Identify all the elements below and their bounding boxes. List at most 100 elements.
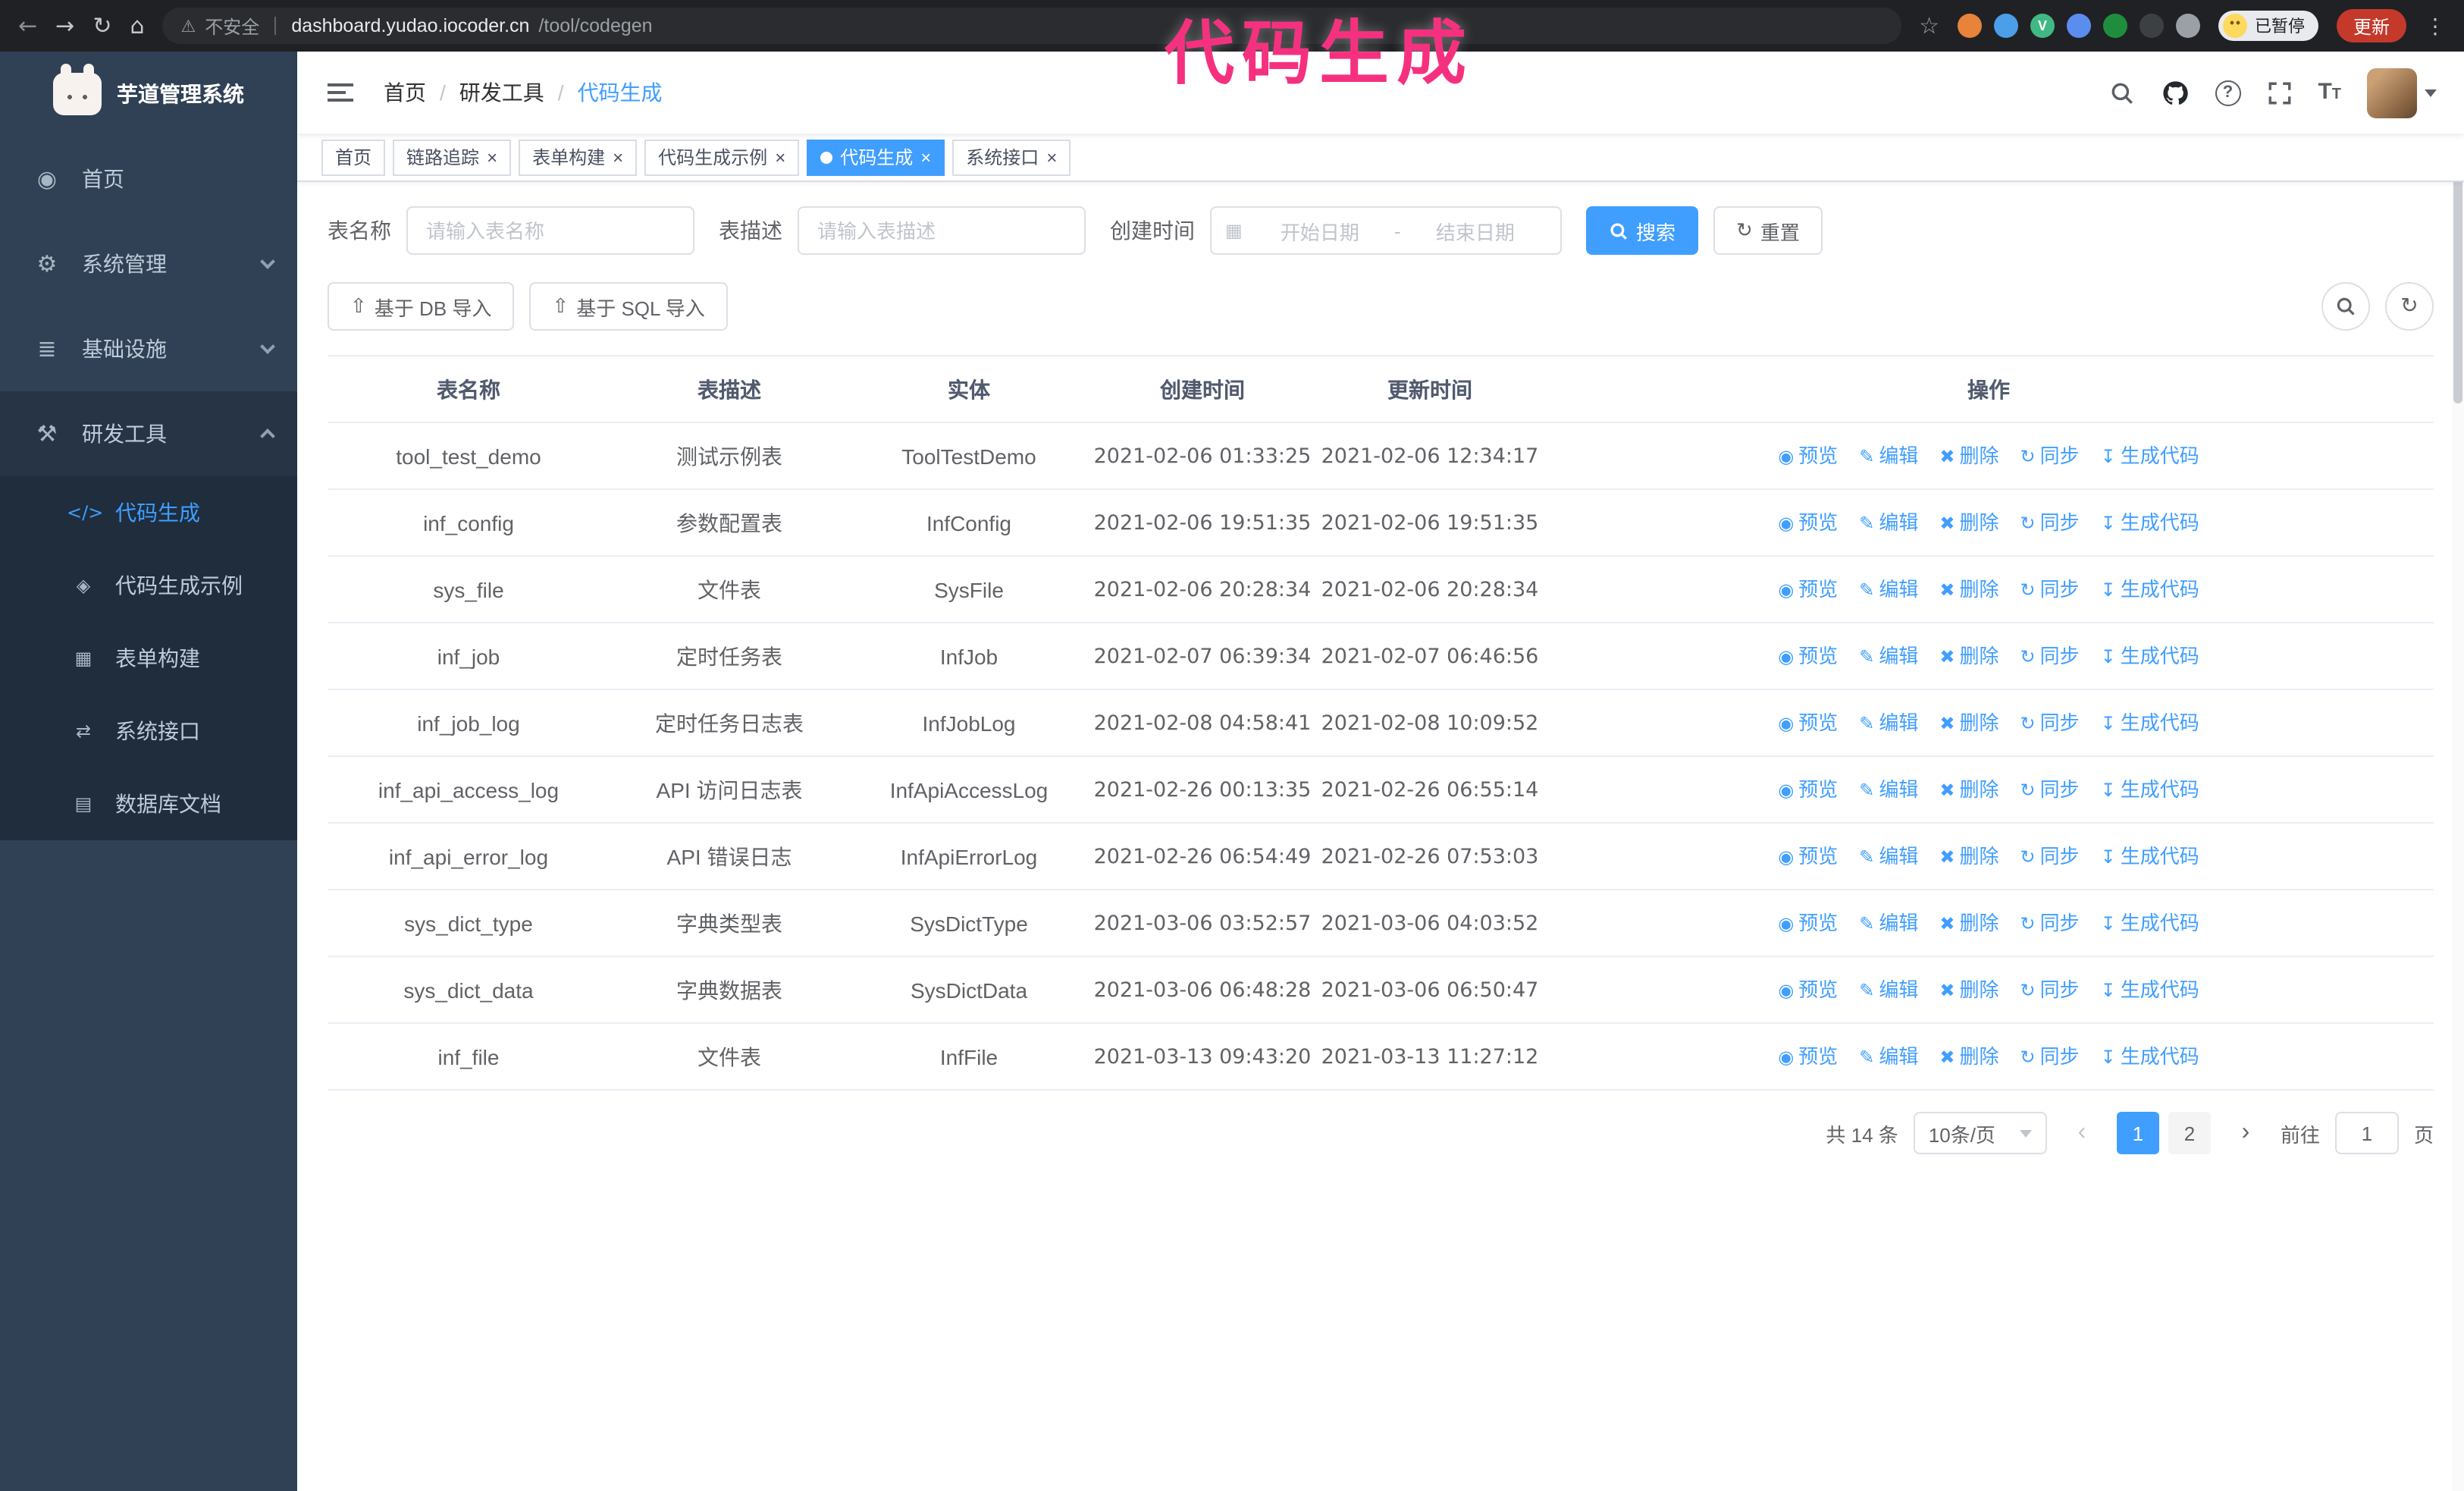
tab-home[interactable]: 首页 xyxy=(321,139,386,175)
tab-codegen[interactable]: 代码生成 × xyxy=(807,139,945,175)
preview-link[interactable]: ◉ 预览 xyxy=(1778,974,1838,1007)
puzzle-extension-icon[interactable] xyxy=(2175,14,2200,38)
refresh-list-button[interactable]: ↻ xyxy=(2385,282,2434,331)
people-extension-icon[interactable] xyxy=(2066,14,2091,38)
edit-link[interactable]: ✎ 编辑 xyxy=(1859,974,1918,1007)
page-scrollbar[interactable] xyxy=(2452,52,2464,1491)
vue-devtools-extension-icon[interactable]: V xyxy=(2030,14,2055,38)
edit-link[interactable]: ✎ 编辑 xyxy=(1859,640,1918,673)
page-button-1[interactable]: 1 xyxy=(2116,1112,2159,1154)
sync-link[interactable]: ↻ 同步 xyxy=(2020,907,2080,940)
sidebar-item-system-api[interactable]: ⇄ 系统接口 xyxy=(0,695,297,767)
generate-code-link[interactable]: ↧ 生成代码 xyxy=(2101,907,2199,940)
preview-link[interactable]: ◉ 预览 xyxy=(1778,640,1838,673)
edit-link[interactable]: ✎ 编辑 xyxy=(1859,440,1918,473)
edit-link[interactable]: ✎ 编辑 xyxy=(1859,907,1918,940)
edit-link[interactable]: ✎ 编辑 xyxy=(1859,573,1918,607)
sidebar-item-codegen-example[interactable]: ◈ 代码生成示例 xyxy=(0,549,297,622)
next-page-button[interactable]: › xyxy=(2226,1112,2265,1154)
sync-link[interactable]: ↻ 同步 xyxy=(2020,840,2080,874)
preview-link[interactable]: ◉ 预览 xyxy=(1778,440,1838,473)
delete-link[interactable]: ✖ 删除 xyxy=(1939,907,1998,940)
generate-code-link[interactable]: ↧ 生成代码 xyxy=(2101,974,2199,1007)
sync-link[interactable]: ↻ 同步 xyxy=(2020,974,2080,1007)
hamburger-icon[interactable] xyxy=(324,77,356,108)
fullscreen-icon[interactable] xyxy=(2266,80,2292,105)
github-icon[interactable] xyxy=(2160,78,2189,107)
orange-fox-extension-icon[interactable] xyxy=(1957,14,1982,38)
sync-link[interactable]: ↻ 同步 xyxy=(2020,573,2080,607)
browser-forward-icon[interactable]: → xyxy=(55,14,74,37)
delete-link[interactable]: ✖ 删除 xyxy=(1939,640,1998,673)
delete-link[interactable]: ✖ 删除 xyxy=(1939,840,1998,874)
generate-code-link[interactable]: ↧ 生成代码 xyxy=(2101,840,2199,874)
delete-link[interactable]: ✖ 删除 xyxy=(1939,1041,1998,1074)
prev-page-button[interactable]: ‹ xyxy=(2062,1112,2102,1154)
generate-code-link[interactable]: ↧ 生成代码 xyxy=(2101,774,2199,807)
date-range-picker[interactable]: ▦ 开始日期 - 结束日期 xyxy=(1210,206,1562,255)
preview-link[interactable]: ◉ 预览 xyxy=(1778,507,1838,540)
preview-link[interactable]: ◉ 预览 xyxy=(1778,907,1838,940)
sidebar-item-home[interactable]: ◉ 首页 xyxy=(0,137,297,221)
tab-codegen-example[interactable]: 代码生成示例 × xyxy=(644,139,800,175)
edit-link[interactable]: ✎ 编辑 xyxy=(1859,840,1918,874)
delete-link[interactable]: ✖ 删除 xyxy=(1939,707,1998,740)
address-bar[interactable]: ⚠ 不安全 dashboard.yudao.iocoder.cn/tool/co… xyxy=(162,8,1901,44)
edit-link[interactable]: ✎ 编辑 xyxy=(1859,1041,1918,1074)
tab-tracer[interactable]: 链路追踪 × xyxy=(393,139,512,175)
sidebar-item-infrastructure[interactable]: ≣ 基础设施 xyxy=(0,306,297,391)
table-desc-input[interactable] xyxy=(798,206,1086,255)
user-menu[interactable] xyxy=(2367,67,2437,118)
edit-link[interactable]: ✎ 编辑 xyxy=(1859,774,1918,807)
generate-code-link[interactable]: ↧ 生成代码 xyxy=(2101,507,2199,540)
sync-link[interactable]: ↻ 同步 xyxy=(2020,507,2080,540)
preview-link[interactable]: ◉ 预览 xyxy=(1778,1041,1838,1074)
sync-link[interactable]: ↻ 同步 xyxy=(2020,707,2080,740)
browser-reload-icon[interactable]: ↻ xyxy=(92,14,111,37)
tab-close-icon[interactable]: × xyxy=(613,148,623,166)
reset-button[interactable]: ↻ 重置 xyxy=(1713,206,1823,255)
edit-link[interactable]: ✎ 编辑 xyxy=(1859,707,1918,740)
preview-link[interactable]: ◉ 预览 xyxy=(1778,573,1838,607)
preview-link[interactable]: ◉ 预览 xyxy=(1778,840,1838,874)
blue-drop-extension-icon[interactable] xyxy=(1993,14,2018,38)
tab-close-icon[interactable]: × xyxy=(487,148,497,166)
delete-link[interactable]: ✖ 删除 xyxy=(1939,974,1998,1007)
delete-link[interactable]: ✖ 删除 xyxy=(1939,774,1998,807)
green-tool-extension-icon[interactable] xyxy=(2102,14,2127,38)
help-icon[interactable]: ? xyxy=(2215,80,2241,105)
chrome-update-button[interactable]: 更新 xyxy=(2336,9,2406,42)
sync-link[interactable]: ↻ 同步 xyxy=(2020,1041,2080,1074)
bookmark-star-icon[interactable]: ☆ xyxy=(1919,14,1939,37)
sidebar-item-db-doc[interactable]: ▤ 数据库文档 xyxy=(0,767,297,840)
page-size-select[interactable]: 10条/页 xyxy=(1913,1112,2047,1154)
delete-link[interactable]: ✖ 删除 xyxy=(1939,573,1998,607)
edit-link[interactable]: ✎ 编辑 xyxy=(1859,507,1918,540)
import-sql-button[interactable]: ⇧ 基于 SQL 导入 xyxy=(529,282,728,331)
tab-close-icon[interactable]: × xyxy=(1046,148,1057,166)
generate-code-link[interactable]: ↧ 生成代码 xyxy=(2101,1041,2199,1074)
generate-code-link[interactable]: ↧ 生成代码 xyxy=(2101,440,2199,473)
sidebar-item-dev-tools[interactable]: ⚒ 研发工具 xyxy=(0,391,297,476)
generate-code-link[interactable]: ↧ 生成代码 xyxy=(2101,707,2199,740)
sync-link[interactable]: ↻ 同步 xyxy=(2020,640,2080,673)
goto-page-input[interactable] xyxy=(2334,1112,2399,1154)
table-name-input[interactable] xyxy=(406,206,694,255)
breadcrumb-item[interactable]: 首页 xyxy=(384,77,426,108)
sync-link[interactable]: ↻ 同步 xyxy=(2020,774,2080,807)
sidebar-item-form-builder[interactable]: ▦ 表单构建 xyxy=(0,622,297,695)
sync-link[interactable]: ↻ 同步 xyxy=(2020,440,2080,473)
browser-menu-icon[interactable]: ⋮ xyxy=(2425,13,2446,39)
import-db-button[interactable]: ⇧ 基于 DB 导入 xyxy=(328,282,515,331)
browser-home-icon[interactable]: ⌂ xyxy=(130,14,144,37)
tab-close-icon[interactable]: × xyxy=(920,148,931,166)
tab-form-builder[interactable]: 表单构建 × xyxy=(519,139,638,175)
search-icon[interactable] xyxy=(2108,80,2134,105)
preview-link[interactable]: ◉ 预览 xyxy=(1778,707,1838,740)
breadcrumb-item[interactable]: 研发工具 xyxy=(459,77,544,108)
profile-paused-chip[interactable]: 已暂停 xyxy=(2218,11,2318,41)
font-size-icon[interactable] xyxy=(2318,79,2341,106)
toggle-search-button[interactable] xyxy=(2321,282,2370,331)
page-button-2[interactable]: 2 xyxy=(2168,1112,2211,1154)
sidebar-item-system-mgmt[interactable]: ⚙ 系统管理 xyxy=(0,221,297,306)
